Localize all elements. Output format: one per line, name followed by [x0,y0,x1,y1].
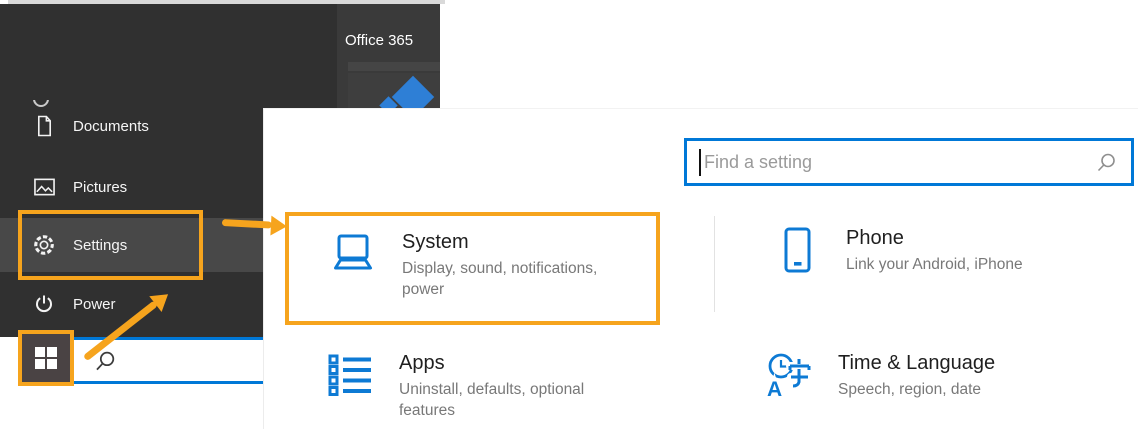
sidebar-item-label: Power [73,296,116,313]
tile-subtitle: Uninstall, defaults, optional features [399,379,637,422]
office-group-label: Office 365 [345,32,413,49]
settings-tile-time-language[interactable]: A A Time & Language Speech, region, date [766,352,1106,400]
text-cursor [699,149,701,176]
tile-subtitle: Link your Android, iPhone [846,254,1084,275]
settings-tile-apps[interactable]: Apps Uninstall, defaults, optional featu… [327,352,667,422]
taskbar-search-input[interactable] [122,343,252,378]
pictures-icon [33,176,55,198]
search-icon [1094,151,1118,175]
windows-logo-icon [35,347,57,369]
highlight-box-settings [18,210,203,280]
power-icon [33,293,55,315]
sidebar-item-label: Pictures [73,179,127,196]
sidebar-item-documents[interactable]: Documents [0,104,263,148]
time-language-icon: A A [766,352,812,398]
svg-text:A: A [767,378,782,398]
sidebar-item-pictures[interactable]: Pictures [0,165,263,209]
settings-tile-phone[interactable]: Phone Link your Android, iPhone [774,227,1114,275]
screenshot-root: Office 365 START Documents [0,0,1138,429]
tile-title: Time & Language [838,352,1088,375]
highlight-box-system [285,212,660,325]
phone-icon [774,227,820,273]
settings-search-input[interactable] [704,143,1084,181]
column-divider [714,216,715,312]
apps-list-icon [327,352,373,398]
start-menu-rail: Documents Pictures Settings [0,4,263,337]
start-button[interactable] [18,330,74,386]
document-icon [33,115,55,137]
tile-title: Phone [846,227,1096,250]
tile-title: Apps [399,352,649,375]
tile-fragment [348,62,440,71]
settings-search-box [684,138,1134,186]
sidebar-item-label: Documents [73,118,149,135]
tile-subtitle: Speech, region, date [838,379,1076,400]
